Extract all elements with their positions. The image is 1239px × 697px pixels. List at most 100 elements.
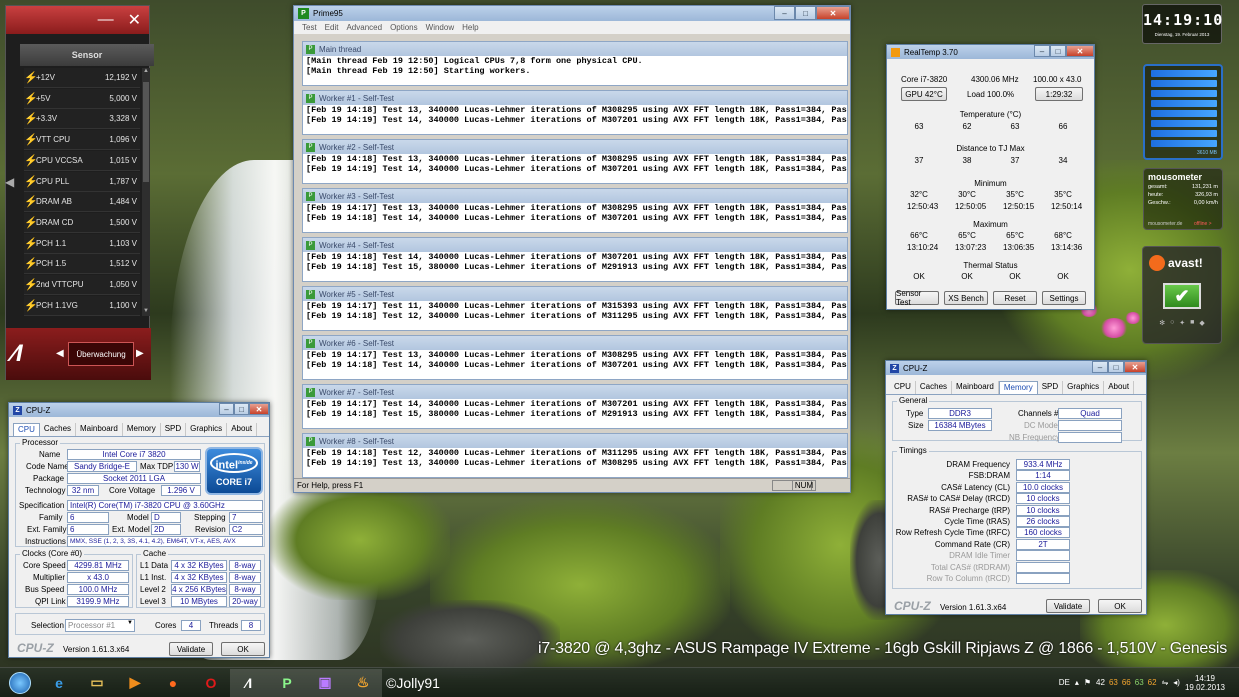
network-icon[interactable]: ⇋ (1162, 678, 1169, 687)
realtemp-taskbar-icon[interactable]: ♨ (344, 668, 382, 697)
share-icon[interactable]: ◆ (1199, 319, 1204, 327)
minimize-button[interactable]: — (98, 11, 114, 29)
worker-window[interactable]: P Worker #5 - Self-Test [Feb 19 14:17] Tes… (302, 286, 848, 331)
menu-item-window[interactable]: Window (426, 23, 454, 32)
ok-button[interactable]: OK (1098, 599, 1142, 613)
reset-button[interactable]: Reset (993, 291, 1037, 305)
maximize-button[interactable]: □ (1050, 45, 1066, 57)
tab-graphics[interactable]: Graphics (186, 423, 228, 436)
close-button[interactable]: ✕ (249, 403, 269, 415)
worker-window[interactable]: P Main thread [Main thread Feb 19 12:50] L… (302, 41, 848, 86)
maximize-button[interactable]: □ (1108, 361, 1124, 373)
menu-item-advanced[interactable]: Advanced (346, 23, 382, 32)
minimize-button[interactable]: – (1092, 361, 1108, 373)
sensor-row[interactable]: ⚡ VTT CPU 1,096 V (24, 130, 140, 151)
sensor-row[interactable]: ⚡ 2nd VTTCPU 1,050 V (24, 275, 140, 295)
info-icon[interactable]: ○ (1170, 319, 1174, 327)
tab-about[interactable]: About (1104, 381, 1135, 394)
sensor-row[interactable]: ⚡ DRAM AB 1,484 V (24, 192, 140, 213)
ok-button[interactable]: OK (221, 642, 265, 656)
close-button[interactable]: ✕ (128, 10, 141, 30)
sensor-collapse-arrow-icon[interactable]: ◀ (5, 175, 14, 189)
file-explorer-icon[interactable]: ▭ (78, 669, 116, 697)
cpuz-taskbar-icon[interactable]: ▣ (306, 668, 344, 697)
sensor-row[interactable]: ⚡ DRAM CD 1,500 V (24, 212, 140, 233)
minimize-button[interactable]: – (219, 403, 234, 415)
media-player-icon[interactable]: ▶ (116, 669, 154, 697)
internet-explorer-icon[interactable]: e (40, 669, 78, 697)
menu-item-help[interactable]: Help (462, 23, 478, 32)
tab-mainboard[interactable]: Mainboard (952, 381, 999, 394)
worker-window[interactable]: P Worker #4 - Self-Test [Feb 19 14:18] Tes… (302, 237, 848, 282)
ai-suite-taskbar-icon[interactable]: ⁄I (230, 668, 268, 697)
gpu-temp-button[interactable]: GPU 42°C (901, 87, 947, 101)
tab-graphics[interactable]: Graphics (1063, 381, 1105, 394)
next-arrow-icon[interactable]: ▶ (136, 348, 144, 359)
prime95-taskbar-icon[interactable]: P (268, 668, 306, 697)
tray-temp[interactable]: 42 (1096, 678, 1105, 687)
sensor-row[interactable]: ⚡ +5V 5,000 V (24, 88, 140, 109)
volume-icon[interactable]: ◂) (1173, 678, 1180, 687)
dropdown-arrow-icon[interactable]: ▼ (127, 620, 133, 626)
tray-temp[interactable]: 63 (1135, 678, 1144, 687)
sensor-row[interactable]: ⚡ +12V 12,192 V (24, 68, 140, 88)
sensor-row[interactable]: ⚡ +3.3V 3,328 V (24, 109, 140, 130)
worker-window[interactable]: P Worker #3 - Self-Test [Feb 19 14:17] Tes… (302, 188, 848, 233)
minimize-button[interactable]: – (1034, 45, 1050, 57)
sensor-row[interactable]: ⚡ PCH 1.1 1,103 V (24, 233, 140, 254)
tab-memory[interactable]: Memory (123, 423, 161, 436)
validate-button[interactable]: Validate (1046, 599, 1090, 613)
xs-bench-button[interactable]: XS Bench (944, 291, 988, 305)
tab-spd[interactable]: SPD (161, 423, 187, 436)
tray-expand-icon[interactable]: ▴ (1075, 678, 1079, 687)
tray-temp[interactable]: 66 (1122, 678, 1131, 687)
facebook-icon[interactable]: ■ (1190, 319, 1194, 327)
tab-cpu[interactable]: CPU (890, 381, 916, 394)
mode-selector[interactable]: Überwachung (68, 342, 134, 366)
minimize-button[interactable]: – (774, 6, 795, 20)
worker-window[interactable]: P Worker #1 - Self-Test [Feb 19 14:18] Tes… (302, 90, 848, 135)
menu-item-options[interactable]: Options (390, 23, 418, 32)
prev-arrow-icon[interactable]: ◀ (56, 348, 64, 359)
worker-window[interactable]: P Worker #2 - Self-Test [Feb 19 14:18] Tes… (302, 139, 848, 184)
tab-cpu[interactable]: CPU (13, 423, 40, 436)
tray-temp[interactable]: 63 (1109, 678, 1118, 687)
validate-button[interactable]: Validate (169, 642, 213, 656)
menu-item-test[interactable]: Test (302, 23, 317, 32)
twitter-icon[interactable]: ✦ (1179, 319, 1185, 327)
close-button[interactable]: ✕ (1066, 45, 1094, 57)
sensor-row[interactable]: ⚡ PCH 1.5 1,512 V (24, 254, 140, 275)
tab-mainboard[interactable]: Mainboard (76, 423, 123, 436)
worker-window[interactable]: P Worker #6 - Self-Test [Feb 19 14:17] Tes… (302, 335, 848, 380)
maximize-button[interactable]: □ (795, 6, 816, 20)
processor-select[interactable]: Processor #1 (65, 619, 135, 632)
language-indicator[interactable]: DE (1059, 678, 1070, 687)
opera-icon[interactable]: O (192, 669, 230, 697)
tab-spd[interactable]: SPD (1038, 381, 1064, 394)
flag-icon[interactable]: ⚑ (1084, 678, 1091, 687)
mousometer-link[interactable]: mousometer.de (1148, 221, 1182, 227)
settings-button[interactable]: Settings (1042, 291, 1086, 305)
maximize-button[interactable]: □ (234, 403, 249, 415)
sensor-test-button[interactable]: Sensor Test (895, 289, 939, 307)
close-button[interactable]: ✕ (816, 6, 850, 20)
tab-caches[interactable]: Caches (916, 381, 953, 394)
tray-clock[interactable]: 14:19 19.02.2013 (1185, 674, 1225, 692)
start-button[interactable] (0, 669, 40, 697)
firefox-icon[interactable]: ● (154, 669, 192, 697)
close-button[interactable]: ✕ (1124, 361, 1146, 373)
worker-window[interactable]: P Worker #7 - Self-Test [Feb 19 14:17] Tes… (302, 384, 848, 429)
sensor-row[interactable]: ⚡ CPU VCCSA 1,015 V (24, 150, 140, 171)
sensor-scrollbar[interactable]: ▲ ▼ (142, 68, 150, 316)
worker-window[interactable]: P Worker #8 - Self-Test [Feb 19 14:18] Tes… (302, 433, 848, 478)
tab-caches[interactable]: Caches (40, 423, 77, 436)
settings-icon[interactable]: ✻ (1159, 319, 1165, 327)
tab-memory[interactable]: Memory (998, 381, 1038, 394)
sensor-row[interactable]: ⚡ CPU PLL 1,787 V (24, 171, 140, 192)
menu-item-edit[interactable]: Edit (325, 23, 339, 32)
protected-check-icon[interactable]: ✔ (1163, 283, 1201, 309)
elapsed-time-button[interactable]: 1:29:32 (1035, 87, 1083, 101)
tray-temp[interactable]: 62 (1148, 678, 1157, 687)
tab-about[interactable]: About (227, 423, 258, 436)
sensor-row[interactable]: ⚡ PCH 1.1VG 1,100 V (24, 295, 140, 316)
